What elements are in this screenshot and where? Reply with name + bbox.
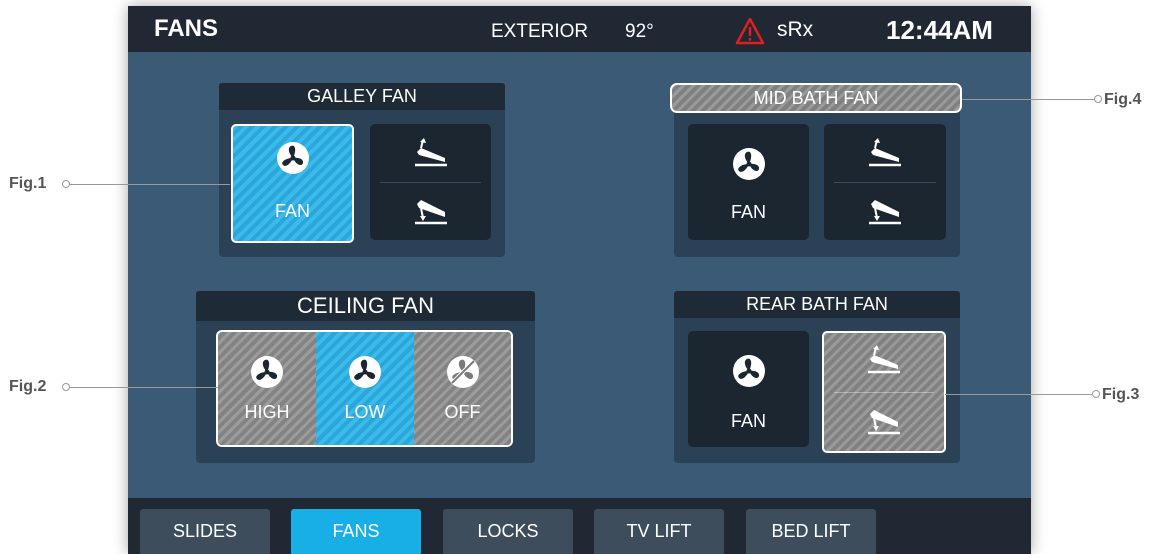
warning-triangle-icon[interactable] — [735, 17, 765, 45]
fan-icon — [275, 140, 311, 176]
rear-bath-vent-open-button[interactable] — [824, 333, 944, 391]
vent-lid-down-icon — [865, 196, 905, 226]
ceiling-fan-off-label: OFF — [444, 402, 481, 422]
rear-bath-fan-label: FAN — [730, 411, 766, 431]
exterior-label: EXTERIOR — [491, 21, 589, 42]
exterior-temperature: 92° — [625, 21, 654, 42]
galley-vent-control — [370, 124, 491, 240]
top-status-bar: FANS EXTERIOR 92° sRx 12:44AM — [128, 6, 1031, 52]
mid-bath-fan-panel: MID BATH FAN FAN — [670, 83, 962, 257]
vent-lid-up-icon — [864, 345, 904, 375]
callout-fig4: Fig.4 — [1104, 91, 1142, 108]
clock: 12:44AM — [886, 15, 993, 45]
callout-fig1: Fig.1 — [9, 175, 47, 192]
tab-bed-lift[interactable]: BED LIFT — [746, 509, 876, 554]
callout-fig3-line — [945, 394, 1092, 395]
ceiling-fan-off-button[interactable]: OFF — [414, 332, 511, 445]
callout-fig1-dot — [62, 180, 70, 188]
tab-slides[interactable]: SLIDES — [140, 509, 270, 554]
vent-lid-up-icon — [411, 138, 451, 168]
vent-lid-down-icon — [411, 196, 451, 226]
srx-label[interactable]: sRx — [777, 18, 813, 42]
mid-bath-vent-close-button[interactable] — [824, 182, 946, 240]
galley-fan-label: FAN — [274, 201, 310, 221]
callout-fig4-dot — [1094, 95, 1102, 103]
fan-off-icon — [445, 354, 481, 390]
galley-fan-button[interactable]: FAN — [231, 124, 354, 243]
bottom-nav: SLIDES FANS LOCKS TV LIFT BED LIFT — [128, 498, 1031, 554]
galley-vent-open-button[interactable] — [370, 124, 491, 182]
mid-bath-vent-open-button[interactable] — [824, 124, 946, 182]
callout-fig3: Fig.3 — [1102, 386, 1140, 403]
callout-fig3-dot — [1092, 390, 1100, 398]
ceiling-fan-high-button[interactable]: HIGH — [218, 332, 316, 445]
rear-bath-vent-close-button[interactable] — [824, 392, 944, 451]
tab-tv-lift[interactable]: TV LIFT — [594, 509, 724, 554]
ceiling-fan-panel: CEILING FAN HIGH LOW OFF — [196, 291, 535, 463]
galley-fan-title: GALLEY FAN — [219, 83, 505, 110]
tab-fans[interactable]: FANS — [291, 509, 421, 554]
rear-bath-fan-button[interactable]: FAN — [688, 331, 809, 447]
fan-icon — [347, 354, 383, 390]
ceiling-fan-low-button[interactable]: LOW — [316, 332, 414, 445]
rear-bath-vent-control — [822, 331, 946, 453]
callout-fig2: Fig.2 — [9, 378, 47, 395]
tab-locks[interactable]: LOCKS — [443, 509, 573, 554]
callout-fig1-line — [70, 184, 230, 185]
mid-bath-fan-button[interactable]: FAN — [688, 124, 809, 240]
galley-vent-close-button[interactable] — [370, 182, 491, 240]
callout-fig2-dot — [62, 383, 70, 391]
vent-lid-up-icon — [865, 138, 905, 168]
ceiling-fan-high-label: HIGH — [244, 402, 290, 422]
ceiling-fan-title: CEILING FAN — [196, 291, 535, 321]
fan-icon — [249, 354, 285, 390]
callout-fig4-line — [962, 99, 1094, 100]
mid-bath-vent-control — [824, 124, 946, 240]
ceiling-fan-low-label: LOW — [344, 402, 386, 422]
rear-bath-fan-title: REAR BATH FAN — [674, 291, 960, 318]
ceiling-fan-speed-selector: HIGH LOW OFF — [216, 330, 513, 447]
mid-bath-fan-title[interactable]: MID BATH FAN — [670, 83, 962, 113]
fan-icon — [731, 146, 767, 182]
page-title: FANS — [154, 15, 219, 42]
mid-bath-fan-label: FAN — [730, 202, 766, 222]
fan-icon — [731, 353, 767, 389]
vent-lid-down-icon — [864, 406, 904, 436]
galley-fan-panel: GALLEY FAN FAN — [219, 83, 505, 257]
callout-fig2-line — [70, 387, 218, 388]
rear-bath-fan-panel: REAR BATH FAN FAN — [674, 291, 960, 463]
fans-screen: FANS EXTERIOR 92° sRx 12:44AM GALLEY FAN… — [128, 6, 1031, 554]
